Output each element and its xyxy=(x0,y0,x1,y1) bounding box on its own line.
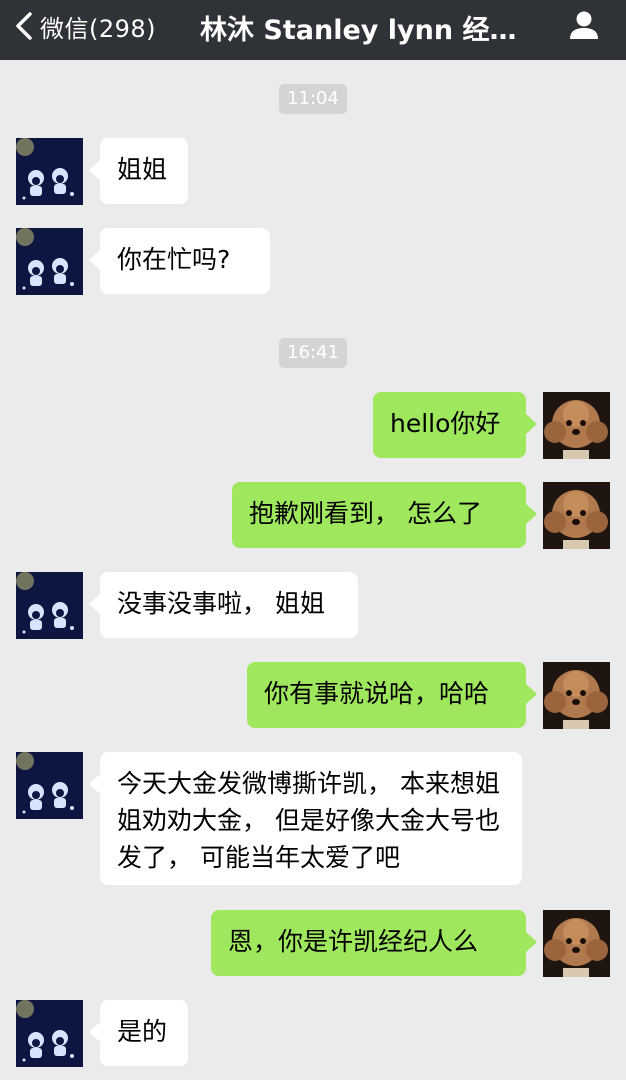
message-bubble-incoming[interactable]: 没事没事啦， 姐姐 xyxy=(89,572,358,638)
message-bubble-incoming[interactable]: 姐姐 xyxy=(89,138,188,204)
my-avatar[interactable] xyxy=(543,482,610,549)
message-bubble-incoming[interactable]: 今天大金发微博撕许凯， 本来想姐姐劝劝大金， 但是好像大金大号也发了， 可能当年… xyxy=(89,752,522,885)
person-icon[interactable] xyxy=(568,10,600,40)
contact-avatar[interactable] xyxy=(16,228,83,295)
chat-title: 林沐 Stanley lynn 经… xyxy=(200,15,517,46)
my-avatar[interactable] xyxy=(543,392,610,459)
timestamp: 16:41 xyxy=(279,338,347,368)
contact-avatar[interactable] xyxy=(16,1000,83,1067)
chevron-left-icon xyxy=(14,11,40,41)
back-label: 微信(298) xyxy=(40,14,157,43)
nav-bar: 微信(298) 林沐 Stanley lynn 经… xyxy=(0,0,626,60)
message-bubble-incoming[interactable]: 你在忙吗? xyxy=(89,228,270,294)
message-bubble-incoming[interactable]: 是的 xyxy=(89,1000,188,1066)
my-avatar[interactable] xyxy=(543,910,610,977)
contact-avatar[interactable] xyxy=(16,138,83,205)
contact-avatar[interactable] xyxy=(16,572,83,639)
message-bubble-outgoing[interactable]: 你有事就说哈，哈哈 xyxy=(247,662,537,728)
timestamp: 11:04 xyxy=(279,84,347,114)
message-bubble-outgoing[interactable]: hello你好 xyxy=(373,392,537,458)
message-bubble-outgoing[interactable]: 恩，你是许凯经纪人么 xyxy=(211,910,537,976)
message-bubble-outgoing[interactable]: 抱歉刚看到， 怎么了 xyxy=(232,482,537,548)
back-button[interactable]: 微信(298) xyxy=(14,0,156,52)
contact-avatar[interactable] xyxy=(16,752,83,819)
my-avatar[interactable] xyxy=(543,662,610,729)
